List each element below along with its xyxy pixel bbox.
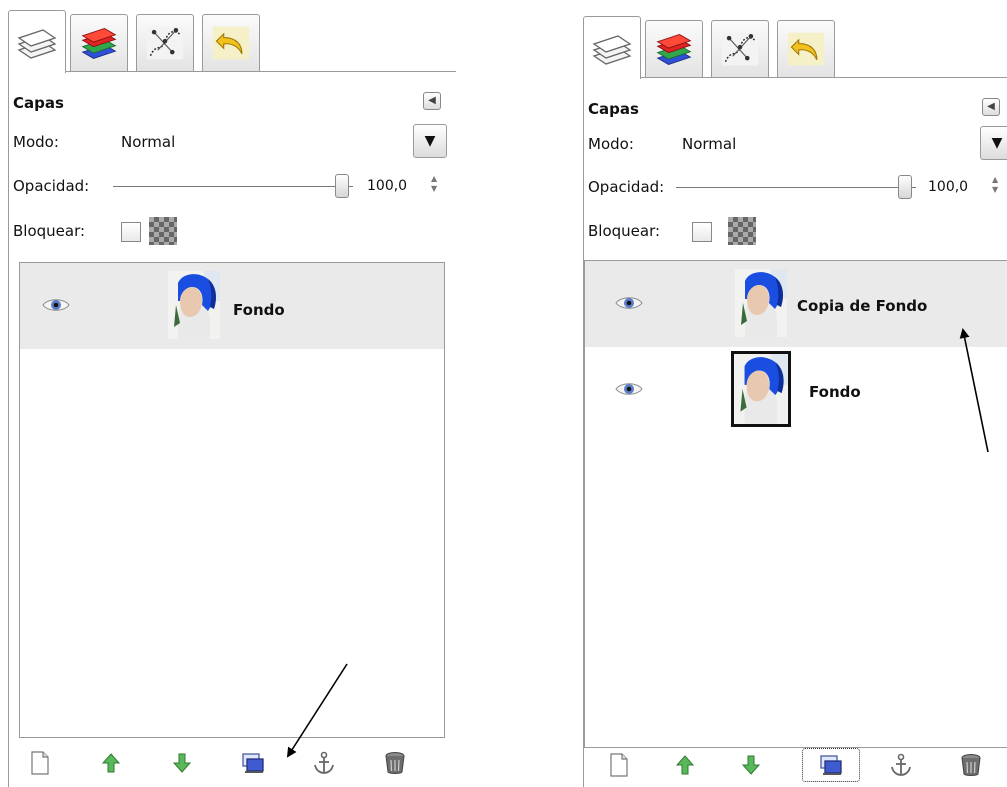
paths-icon: [720, 30, 760, 68]
layer-thumbnail: [168, 271, 220, 339]
layers-icon: [590, 28, 634, 68]
mode-dropdown-button[interactable]: ▼: [980, 126, 1007, 160]
layer-thumbnail: [731, 351, 791, 427]
duplicate-layer-icon: [241, 752, 265, 774]
panel-title: Capas: [13, 94, 64, 112]
delete-layer-button[interactable]: [378, 746, 412, 780]
opacity-slider-handle[interactable]: [898, 175, 912, 199]
channels-icon: [654, 30, 694, 68]
mode-value[interactable]: Normal: [121, 133, 175, 151]
panel-title: Capas: [588, 100, 639, 118]
mode-label: Modo:: [588, 135, 634, 153]
layers-panel-content: Capas ◀ Modo: Normal ▼ Opacidad: 100,0 ▲…: [583, 78, 1007, 787]
opacity-slider-track[interactable]: [676, 187, 916, 188]
lower-layer-icon: [173, 753, 191, 773]
opacity-slider-handle[interactable]: [335, 174, 349, 198]
tab-channels[interactable]: [645, 20, 703, 77]
layers-dock-right: Capas ◀ Modo: Normal ▼ Opacidad: 100,0 ▲…: [575, 0, 1007, 787]
layer-row-fondo[interactable]: Fondo: [20, 263, 444, 349]
lock-alpha-icon[interactable]: [149, 217, 177, 245]
new-layer-icon: [609, 753, 629, 777]
lock-label: Bloquear:: [13, 222, 86, 240]
dock-tab-bar: [8, 10, 456, 73]
triangle-left-icon: ◀: [428, 95, 436, 106]
lower-layer-button[interactable]: [734, 748, 768, 782]
panel-menu-button[interactable]: ◀: [423, 92, 441, 110]
spin-down-icon: ▼: [431, 184, 438, 193]
duplicate-layer-icon: [819, 754, 843, 776]
channels-icon: [79, 24, 119, 62]
raise-layer-button[interactable]: [94, 746, 128, 780]
anchor-layer-button[interactable]: [307, 746, 341, 780]
layer-actions-bar: [9, 740, 456, 786]
anchor-layer-icon: [313, 751, 335, 775]
spin-up-icon: ▲: [431, 174, 438, 183]
new-layer-icon: [30, 751, 50, 775]
layer-thumbnail: [735, 269, 787, 337]
tab-undo-history[interactable]: [202, 14, 260, 71]
opacity-spin-buttons[interactable]: ▲ ▼: [992, 175, 1000, 197]
opacity-spin-buttons[interactable]: ▲ ▼: [431, 174, 439, 196]
undo-history-icon: [786, 30, 826, 68]
layer-list: Copia de Fondo Fondo: [584, 260, 1007, 748]
portrait-thumbnail-image: [734, 354, 788, 424]
delete-layer-icon: [384, 751, 406, 775]
new-layer-button[interactable]: [23, 746, 57, 780]
layer-row-copia-de-fondo[interactable]: Copia de Fondo: [585, 261, 1007, 347]
opacity-value[interactable]: 100,0: [367, 178, 407, 194]
paths-icon: [145, 24, 185, 62]
dock-tab-bar: [583, 16, 1007, 79]
opacity-label: Opacidad:: [588, 178, 665, 196]
new-layer-button[interactable]: [602, 748, 636, 782]
eye-icon[interactable]: [42, 297, 70, 313]
raise-layer-icon: [676, 755, 694, 775]
mode-dropdown-button[interactable]: ▼: [413, 124, 447, 158]
mode-value[interactable]: Normal: [682, 135, 736, 153]
eye-icon[interactable]: [615, 381, 643, 397]
delete-layer-icon: [960, 753, 982, 777]
layer-actions-bar: [584, 742, 1007, 787]
spin-down-icon: ▼: [992, 185, 999, 194]
triangle-left-icon: ◀: [987, 101, 995, 112]
layer-name[interactable]: Fondo: [233, 301, 285, 319]
layers-panel-content: Capas ◀ Modo: Normal ▼ Opacidad: 100,0 ▲…: [8, 72, 456, 787]
chevron-down-icon: ▼: [424, 133, 436, 149]
panel-menu-button[interactable]: ◀: [982, 98, 1000, 116]
duplicate-layer-button[interactable]: [236, 746, 270, 780]
opacity-slider-track[interactable]: [113, 186, 353, 187]
anchor-layer-icon: [890, 753, 912, 777]
tab-layers[interactable]: [583, 16, 641, 79]
opacity-value[interactable]: 100,0: [928, 179, 968, 195]
anchor-layer-button[interactable]: [884, 748, 918, 782]
portrait-thumbnail-image: [168, 271, 220, 339]
lock-pixels-checkbox[interactable]: [121, 222, 141, 242]
lock-label: Bloquear:: [588, 222, 661, 240]
layer-row-fondo[interactable]: Fondo: [585, 347, 1007, 433]
opacity-label: Opacidad:: [13, 177, 90, 195]
chevron-down-icon: ▼: [991, 135, 1003, 151]
layer-list: Fondo: [19, 262, 445, 738]
tab-layers[interactable]: [8, 10, 66, 73]
undo-history-icon: [211, 24, 251, 62]
layers-dock-left: Capas ◀ Modo: Normal ▼ Opacidad: 100,0 ▲…: [0, 0, 456, 787]
lock-alpha-icon[interactable]: [728, 217, 756, 245]
layer-name[interactable]: Copia de Fondo: [797, 297, 927, 315]
tab-paths[interactable]: [136, 14, 194, 71]
layer-name[interactable]: Fondo: [809, 383, 861, 401]
delete-layer-button[interactable]: [954, 748, 988, 782]
duplicate-layer-button[interactable]: [802, 748, 860, 782]
raise-layer-button[interactable]: [668, 748, 702, 782]
eye-icon[interactable]: [615, 295, 643, 311]
portrait-thumbnail-image: [735, 269, 787, 337]
lock-pixels-checkbox[interactable]: [692, 222, 712, 242]
spin-up-icon: ▲: [992, 175, 999, 184]
tab-channels[interactable]: [70, 14, 128, 71]
lower-layer-button[interactable]: [165, 746, 199, 780]
layers-icon: [15, 22, 59, 62]
raise-layer-icon: [102, 753, 120, 773]
tab-undo-history[interactable]: [777, 20, 835, 77]
lower-layer-icon: [742, 755, 760, 775]
mode-label: Modo:: [13, 133, 59, 151]
tab-paths[interactable]: [711, 20, 769, 77]
